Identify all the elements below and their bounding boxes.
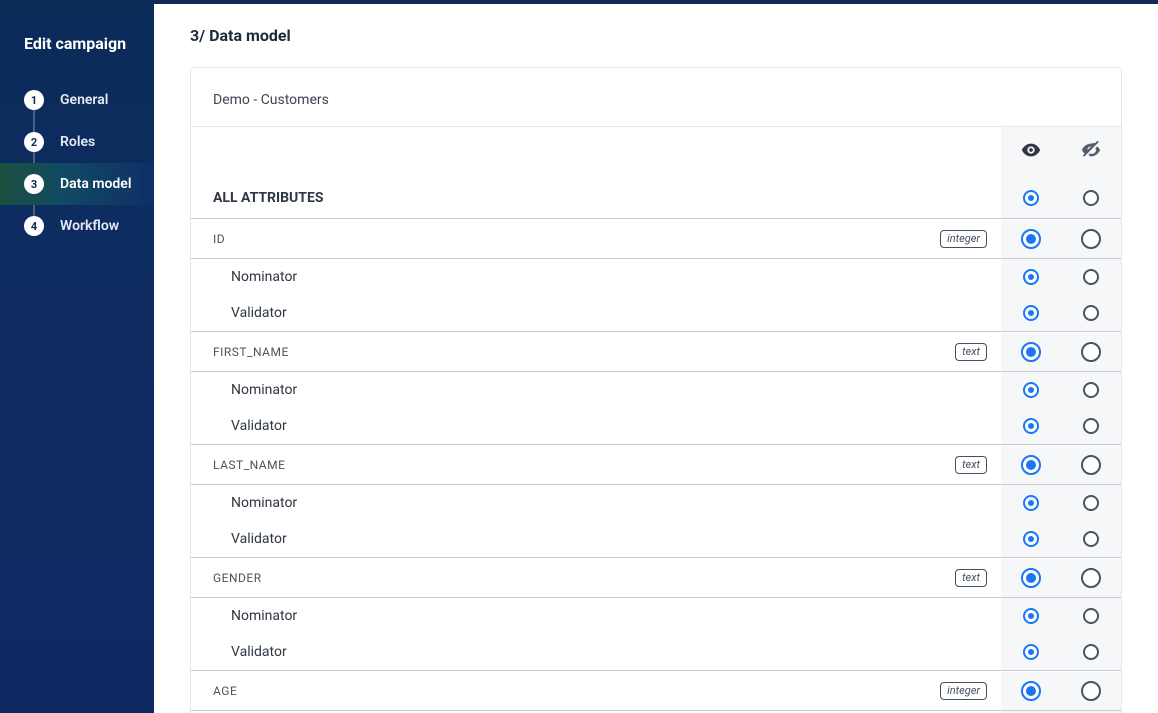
role-name: Nominator [231, 382, 1001, 398]
attribute-header-row: ID integer [191, 219, 1121, 259]
attribute-section: FIRST_NAME text Nominator Validator [191, 332, 1121, 445]
role-visible-radio[interactable] [1023, 531, 1039, 547]
role-row: Validator [191, 634, 1121, 670]
step-label: General [60, 92, 108, 108]
attribute-visible-radio[interactable] [1021, 568, 1041, 588]
role-row: Validator [191, 295, 1121, 331]
attribute-header-row: LAST_NAME text [191, 445, 1121, 485]
sidebar: Edit campaign 1 General 2 Roles 3 Data model 4… [0, 0, 154, 713]
role-visible-radio[interactable] [1023, 382, 1039, 398]
wizard-steps: 1 General 2 Roles 3 Data model 4 Workflow [0, 79, 154, 247]
column-visible-header [1001, 127, 1061, 177]
step-label: Workflow [60, 218, 119, 234]
role-row: Nominator [191, 259, 1121, 295]
role-visible-radio[interactable] [1023, 644, 1039, 660]
attribute-type-badge: text [955, 343, 987, 361]
column-hidden-header [1061, 127, 1121, 177]
attribute-visible-radio[interactable] [1021, 681, 1041, 701]
role-name: Validator [231, 644, 1001, 660]
role-hidden-radio[interactable] [1083, 418, 1099, 434]
role-name: Validator [231, 305, 1001, 321]
role-hidden-radio[interactable] [1083, 644, 1099, 660]
main-content: 3/ Data model Demo - Customers [154, 0, 1158, 713]
role-name: Nominator [231, 608, 1001, 624]
step-number: 2 [24, 132, 44, 152]
attribute-hidden-radio[interactable] [1081, 681, 1101, 701]
attribute-header-row: FIRST_NAME text [191, 332, 1121, 372]
role-row: Nominator [191, 598, 1121, 634]
step-label: Roles [60, 134, 95, 150]
wizard-step-general[interactable]: 1 General [24, 79, 154, 121]
role-hidden-radio[interactable] [1083, 608, 1099, 624]
attribute-table: ALL ATTRIBUTES ID integer Nominator Vali… [191, 126, 1121, 713]
step-number: 3 [24, 174, 44, 194]
attribute-section: ID integer Nominator Validator [191, 219, 1121, 332]
attribute-section: GENDER text Nominator Validator [191, 558, 1121, 671]
attribute-hidden-radio[interactable] [1081, 229, 1101, 249]
attribute-hidden-radio[interactable] [1081, 455, 1101, 475]
attribute-type-badge: text [955, 569, 987, 587]
step-number: 1 [24, 90, 44, 110]
role-hidden-radio[interactable] [1083, 305, 1099, 321]
wizard-step-workflow[interactable]: 4 Workflow [24, 205, 154, 247]
attribute-section: LAST_NAME text Nominator Validator [191, 445, 1121, 558]
role-name: Nominator [231, 495, 1001, 511]
role-visible-radio[interactable] [1023, 608, 1039, 624]
role-row: Nominator [191, 372, 1121, 408]
attribute-visible-radio[interactable] [1021, 342, 1041, 362]
attribute-header-row: AGE integer [191, 671, 1121, 711]
attribute-name: LAST_NAME [213, 458, 285, 472]
role-name: Nominator [231, 269, 1001, 285]
data-model-card: Demo - Customers [190, 67, 1122, 713]
attribute-type-badge: text [955, 456, 987, 474]
table-header [191, 127, 1121, 177]
wizard-step-roles[interactable]: 2 Roles [24, 121, 154, 163]
role-visible-radio[interactable] [1023, 495, 1039, 511]
all-attributes-label: ALL ATTRIBUTES [213, 190, 1001, 206]
attribute-name: AGE [213, 684, 237, 698]
role-hidden-radio[interactable] [1083, 495, 1099, 511]
all-attributes-row: ALL ATTRIBUTES [191, 177, 1121, 219]
sidebar-title: Edit campaign [0, 34, 154, 79]
all-visible-radio[interactable] [1023, 190, 1039, 206]
page-title: 3/ Data model [190, 26, 1122, 45]
step-number: 4 [24, 216, 44, 236]
attribute-type-badge: integer [940, 230, 987, 248]
wizard-step-data-model[interactable]: 3 Data model [0, 163, 154, 205]
eye-off-icon [1080, 139, 1102, 165]
role-hidden-radio[interactable] [1083, 531, 1099, 547]
role-visible-radio[interactable] [1023, 418, 1039, 434]
attribute-visible-radio[interactable] [1021, 229, 1041, 249]
card-subtitle: Demo - Customers [191, 92, 1121, 126]
attribute-section: AGE integer Nominator [191, 671, 1121, 713]
role-name: Validator [231, 418, 1001, 434]
eye-icon [1020, 139, 1042, 165]
role-row: Validator [191, 408, 1121, 444]
attribute-type-badge: integer [940, 682, 987, 700]
role-hidden-radio[interactable] [1083, 269, 1099, 285]
role-row: Validator [191, 521, 1121, 557]
role-row: Nominator [191, 485, 1121, 521]
role-visible-radio[interactable] [1023, 305, 1039, 321]
all-hidden-radio[interactable] [1083, 190, 1099, 206]
attribute-name: GENDER [213, 571, 262, 585]
attribute-header-row: GENDER text [191, 558, 1121, 598]
attribute-name: ID [213, 232, 225, 246]
attribute-hidden-radio[interactable] [1081, 342, 1101, 362]
role-name: Validator [231, 531, 1001, 547]
attribute-hidden-radio[interactable] [1081, 568, 1101, 588]
role-hidden-radio[interactable] [1083, 382, 1099, 398]
step-label: Data model [60, 176, 131, 192]
attribute-name: FIRST_NAME [213, 345, 289, 359]
attribute-visible-radio[interactable] [1021, 455, 1041, 475]
role-visible-radio[interactable] [1023, 269, 1039, 285]
